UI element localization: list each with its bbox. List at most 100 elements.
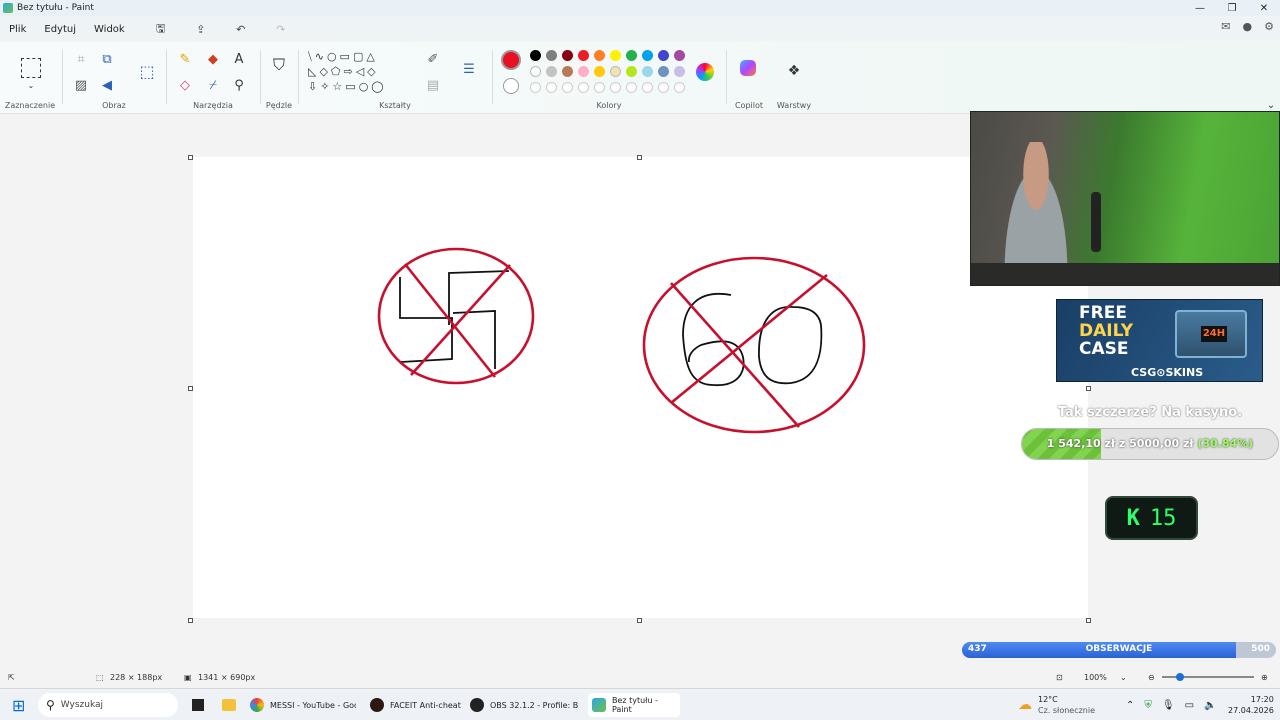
restore-icon[interactable]: ❐ (1216, 0, 1248, 16)
color-swatch[interactable] (594, 50, 605, 61)
stroke-size-icon[interactable]: ☰ (460, 60, 478, 78)
resize-handle[interactable] (188, 618, 193, 623)
search-box[interactable]: ⚲ Wyszukaj (38, 693, 178, 717)
taskbar-app-chrome[interactable]: MESSI - YouTube - Goo (250, 693, 360, 717)
redo-icon[interactable]: ↷ (268, 23, 294, 36)
color-swatch[interactable] (642, 66, 653, 77)
color-swatch[interactable] (674, 50, 685, 61)
color-swatch[interactable] (610, 50, 621, 61)
color-swatch[interactable] (658, 50, 669, 61)
window-controls: — ❐ ✕ (1184, 0, 1280, 16)
settings-icon[interactable]: ⚙ (1264, 20, 1274, 33)
fit-icon[interactable]: ⊡ (1056, 673, 1063, 682)
resize-handle[interactable] (1086, 386, 1091, 391)
color-picker-icon[interactable]: ⌿ (204, 76, 222, 94)
empty-color-slot[interactable] (626, 82, 637, 93)
zoom-level[interactable]: 100% (1084, 673, 1107, 682)
copilot-icon[interactable] (740, 60, 756, 76)
empty-color-slot[interactable] (610, 82, 621, 93)
crop-icon[interactable]: ⌗ (72, 50, 90, 68)
resize-handle[interactable] (1086, 618, 1091, 623)
minimize-icon[interactable]: — (1184, 0, 1216, 16)
resize-handle[interactable] (188, 386, 193, 391)
color-swatch[interactable] (626, 66, 637, 77)
color-swatch[interactable] (546, 50, 557, 61)
clock[interactable]: 17:20 27.04.2026 (1228, 693, 1274, 717)
color-swatch[interactable] (610, 66, 621, 77)
feedback-icon[interactable]: ✉ (1221, 20, 1230, 33)
primary-color-swatch[interactable] (501, 50, 521, 70)
mic-icon[interactable]: 🎙 (1162, 700, 1175, 711)
tray-chevron-icon[interactable]: ⌃ (1126, 700, 1134, 711)
empty-color-slot[interactable] (530, 82, 541, 93)
image-select-icon[interactable]: ⬚ (138, 62, 156, 81)
empty-color-slot[interactable] (674, 82, 685, 93)
fill-icon[interactable]: ◆ (204, 50, 222, 68)
color-swatch[interactable] (674, 66, 685, 77)
undo-icon[interactable]: ↶ (228, 23, 254, 36)
empty-color-slot[interactable] (658, 82, 669, 93)
network-icon[interactable]: ▭ (1185, 700, 1194, 711)
edit-colors-icon[interactable] (696, 63, 714, 81)
shapes-gallery[interactable]: ⧹∿○▭▢△ ◺◇⬠⇨◁◇ ⇩✧☆▭○◯ (308, 49, 412, 94)
task-view-icon[interactable] (192, 693, 204, 717)
chevron-down-icon[interactable]: ⌄ (1120, 673, 1127, 682)
menu-file[interactable]: Plik (0, 24, 35, 35)
rotate-icon[interactable]: ◀ (98, 76, 116, 94)
taskbar-app-paint[interactable]: Bez tytułu - Paint (588, 693, 680, 717)
color-swatch[interactable] (626, 50, 637, 61)
color-swatch[interactable] (642, 50, 653, 61)
remove-background-icon[interactable]: ▨ (72, 76, 90, 94)
zoom-slider[interactable] (1162, 673, 1254, 681)
volume-icon[interactable]: 🔈 (1204, 700, 1216, 711)
start-button[interactable]: ⊞ (12, 693, 25, 717)
color-swatch[interactable] (562, 50, 573, 61)
color-swatch[interactable] (578, 50, 589, 61)
color-swatch[interactable] (546, 66, 557, 77)
paint-icon (592, 698, 606, 712)
empty-color-slot[interactable] (642, 82, 653, 93)
menu-edit[interactable]: Edytuj (35, 24, 85, 35)
follower-target: 500 (1251, 644, 1270, 654)
account-icon[interactable]: ● (1243, 20, 1253, 33)
share-icon[interactable]: ⇪ (188, 23, 214, 36)
color-swatch[interactable] (562, 66, 573, 77)
menu-view[interactable]: Widok (85, 24, 134, 35)
pencil-icon[interactable]: ✎ (176, 50, 194, 68)
save-icon[interactable]: 🖫 (148, 20, 174, 39)
fill-style-icon[interactable]: ▤ (424, 76, 442, 94)
zoom-out-icon[interactable]: ⊖ (1148, 673, 1155, 682)
drawing-canvas[interactable] (193, 157, 1088, 618)
weather-widget[interactable]: ☁ 12°C Cz. słonecznie (1018, 693, 1095, 717)
empty-color-slot[interactable] (578, 82, 589, 93)
resize-handle[interactable] (637, 155, 642, 160)
color-swatch[interactable] (658, 66, 669, 77)
security-icon[interactable]: ⛨ (1144, 700, 1152, 711)
zoom-slider-thumb[interactable] (1176, 673, 1184, 681)
text-icon[interactable]: A (230, 50, 248, 68)
color-swatch[interactable] (530, 66, 541, 77)
brush-icon[interactable]: ⛉ (270, 55, 288, 74)
taskbar-app-obs[interactable]: OBS 32.1.2 - Profile: Bez (470, 693, 582, 717)
empty-color-slot[interactable] (594, 82, 605, 93)
resize-icon[interactable]: ⧉ (98, 50, 116, 68)
empty-color-slot[interactable] (562, 82, 573, 93)
layers-icon[interactable]: ❖ (785, 62, 803, 80)
close-icon[interactable]: ✕ (1248, 0, 1280, 16)
color-swatch[interactable] (594, 66, 605, 77)
resize-handle[interactable] (188, 155, 193, 160)
color-swatch[interactable] (578, 66, 589, 77)
magnifier-icon[interactable]: ⚲ (230, 76, 248, 94)
chevron-down-icon[interactable]: ⌄ (22, 76, 40, 94)
selection-icon[interactable] (21, 58, 41, 78)
group-label-colors: Kolory (596, 101, 622, 110)
empty-color-slot[interactable] (546, 82, 557, 93)
secondary-color-swatch[interactable] (503, 78, 519, 94)
outline-icon[interactable]: ✐ (424, 50, 442, 68)
zoom-in-icon[interactable]: ⊕ (1261, 673, 1268, 682)
eraser-icon[interactable]: ◇ (176, 76, 194, 94)
taskbar-app-faceit[interactable]: FACEIT Anti-cheat (370, 693, 462, 717)
resize-handle[interactable] (637, 618, 642, 623)
file-explorer-icon[interactable] (222, 693, 236, 717)
color-swatch[interactable] (530, 50, 541, 61)
